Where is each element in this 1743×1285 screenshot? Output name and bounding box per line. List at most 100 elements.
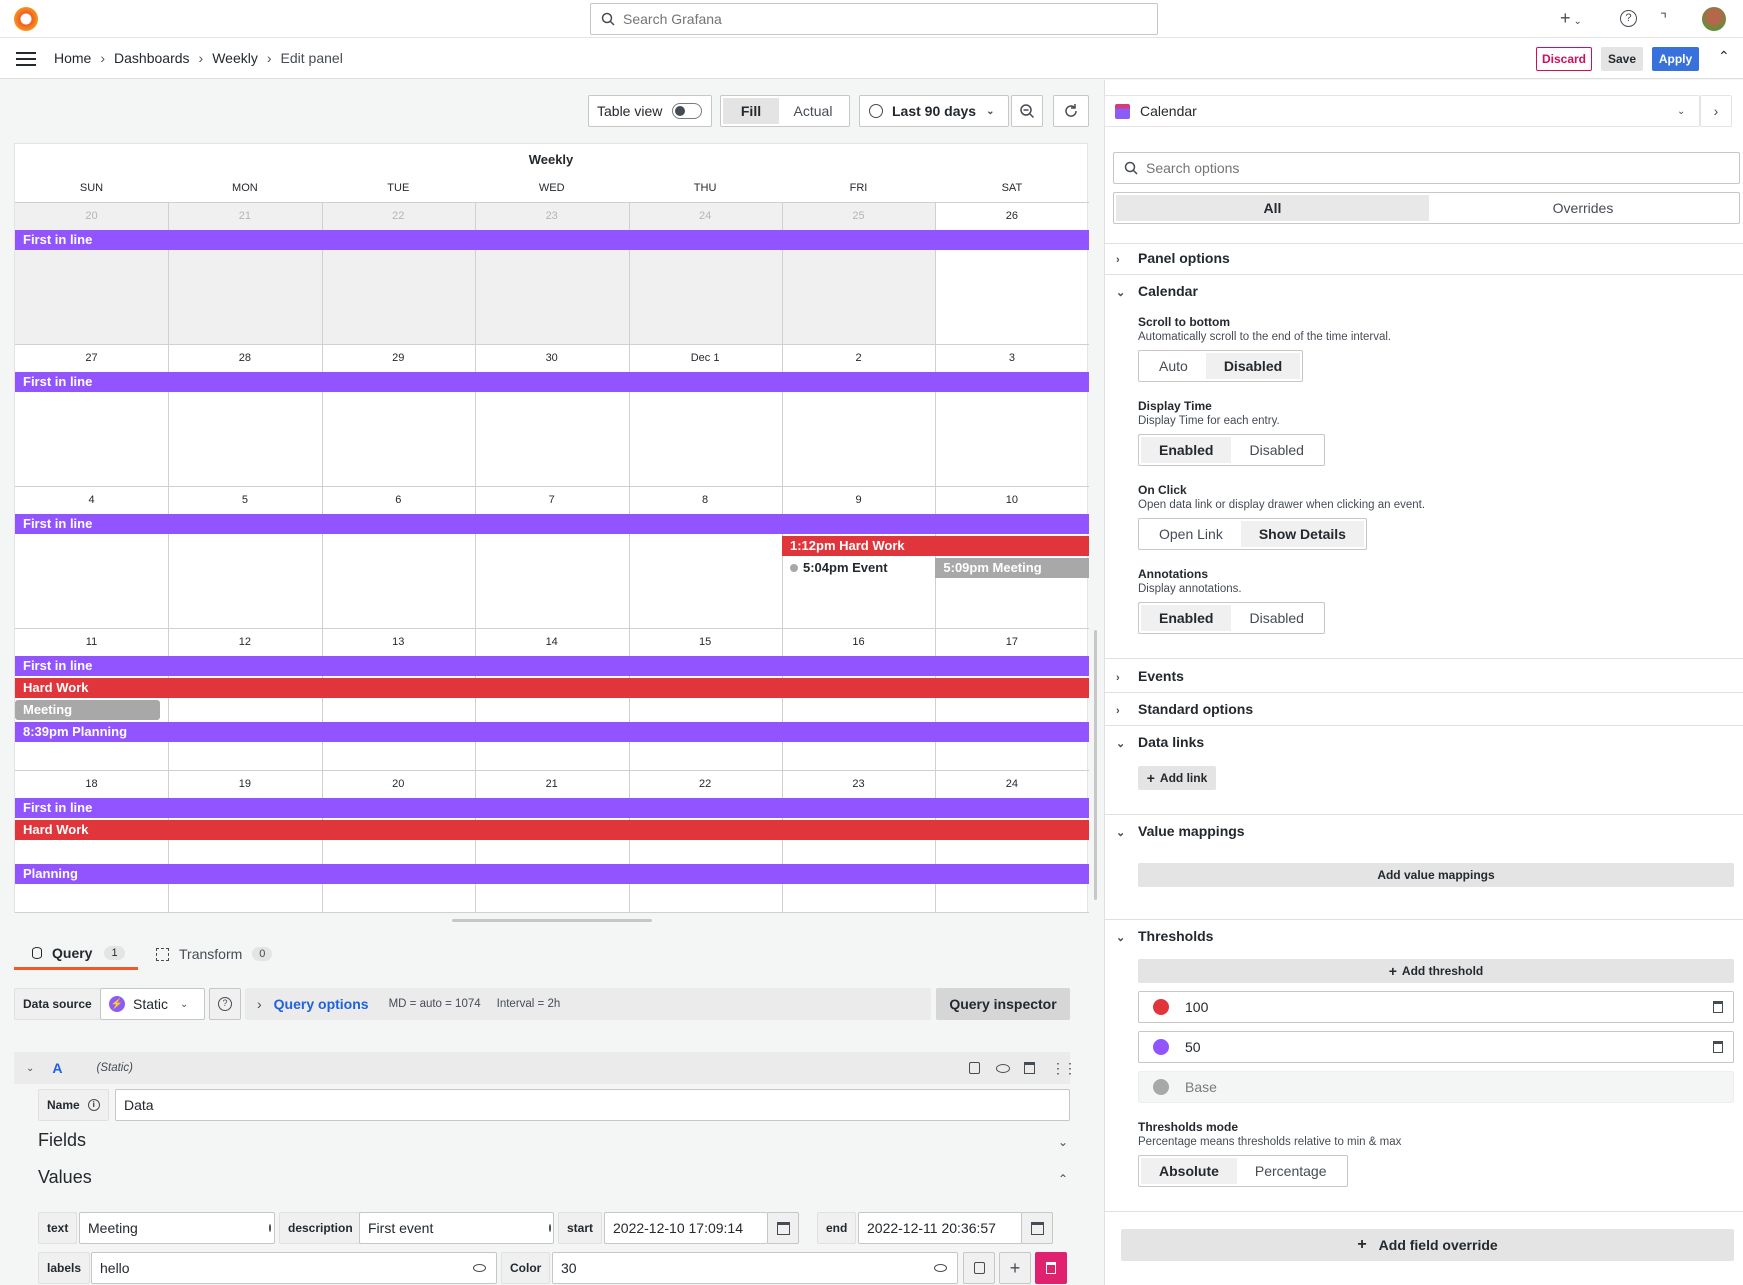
refresh-button[interactable] (1053, 95, 1089, 127)
section-calendar[interactable]: ⌄ Calendar (1116, 283, 1198, 299)
delete-row-button[interactable] (1035, 1252, 1067, 1284)
section-thresholds[interactable]: ⌄ Thresholds (1116, 928, 1213, 944)
percentage-option[interactable]: Percentage (1237, 1158, 1345, 1184)
display-time-disabled-option[interactable]: Disabled (1231, 437, 1321, 463)
threshold-value-field[interactable] (1185, 999, 1713, 1015)
calendar-event[interactable]: First in line (15, 230, 1089, 250)
trash-icon[interactable] (1024, 1062, 1035, 1074)
end-input[interactable] (858, 1212, 1048, 1244)
scroll-auto-option[interactable]: Auto (1141, 353, 1206, 379)
annotations-enabled-option[interactable]: Enabled (1141, 605, 1232, 631)
end-calendar-button[interactable] (1021, 1212, 1053, 1244)
menu-icon[interactable] (16, 52, 36, 66)
color-input[interactable] (552, 1252, 958, 1284)
eye-icon[interactable] (996, 1063, 1010, 1073)
tab-all[interactable]: All (1116, 195, 1429, 221)
threshold-row-50[interactable] (1138, 1031, 1734, 1063)
copy-icon[interactable] (969, 1062, 980, 1074)
threshold-color-swatch[interactable] (1153, 1039, 1169, 1055)
color-field[interactable] (561, 1260, 934, 1276)
query-options-label[interactable]: Query options (274, 996, 369, 1012)
query-inspector-button[interactable]: Query inspector (936, 988, 1070, 1020)
options-search-field[interactable] (1146, 160, 1739, 176)
trash-icon[interactable] (1713, 1001, 1723, 1013)
text-input[interactable] (79, 1212, 275, 1244)
description-field[interactable] (368, 1220, 549, 1236)
trash-icon[interactable] (1713, 1041, 1723, 1053)
add-threshold-button[interactable]: + Add threshold (1138, 959, 1734, 983)
values-heading[interactable]: Values (38, 1167, 92, 1188)
eye-icon[interactable] (473, 1264, 486, 1272)
eye-icon[interactable] (269, 1224, 271, 1232)
annotations-disabled-option[interactable]: Disabled (1231, 605, 1321, 631)
tab-overrides[interactable]: Overrides (1429, 195, 1737, 221)
duplicate-row-button[interactable] (963, 1252, 995, 1284)
grafana-logo[interactable] (14, 7, 38, 31)
absolute-option[interactable]: Absolute (1141, 1158, 1237, 1184)
calendar-event[interactable]: 8:39pm Planning (15, 722, 1089, 742)
query-ref-name[interactable]: A (52, 1060, 62, 1076)
calendar-event[interactable]: 5:09pm Meeting (935, 558, 1089, 578)
calendar-event[interactable]: First in line (15, 372, 1089, 392)
threshold-color-swatch[interactable] (1153, 1079, 1169, 1095)
labels-field[interactable] (100, 1260, 473, 1276)
apply-button[interactable]: Apply (1652, 47, 1699, 71)
breadcrumb-weekly[interactable]: Weekly (212, 50, 258, 66)
calendar-event[interactable]: Planning (15, 864, 1089, 884)
threshold-value-field[interactable] (1185, 1039, 1713, 1055)
section-value-mappings[interactable]: ⌄ Value mappings (1116, 823, 1245, 839)
calendar-event[interactable]: 5:04pm Event (790, 558, 888, 578)
description-input[interactable] (359, 1212, 554, 1244)
calendar-event[interactable]: Meeting (15, 700, 160, 720)
panel-resize-handle[interactable] (452, 919, 652, 922)
add-value-mappings-button[interactable]: Add value mappings (1138, 863, 1734, 887)
name-field[interactable] (124, 1097, 1069, 1113)
save-button[interactable]: Save (1601, 47, 1643, 71)
collapse-icon[interactable]: ⌃ (1718, 48, 1730, 65)
threshold-color-swatch[interactable] (1153, 999, 1169, 1015)
calendar-event[interactable]: First in line (15, 656, 1089, 676)
search-input[interactable] (590, 3, 1158, 35)
calendar-event[interactable]: First in line (15, 514, 1089, 534)
section-panel-options[interactable]: › Panel options (1116, 250, 1230, 266)
drag-icon[interactable]: ⋮⋮ (1051, 1060, 1077, 1077)
chevron-down-icon[interactable]: ⌄ (1058, 1135, 1068, 1149)
zoom-out-button[interactable] (1011, 95, 1043, 127)
table-view-toggle[interactable]: Table view (588, 95, 712, 127)
datasource-picker[interactable]: ⚡ Static ⌄ (100, 988, 205, 1020)
collapse-options-button[interactable]: › (1700, 95, 1732, 127)
rss-icon[interactable]: ⌝ (1660, 10, 1667, 28)
calendar-event[interactable]: Hard Work (15, 678, 1089, 698)
fill-option[interactable]: Fill (723, 98, 779, 124)
tab-transform[interactable]: Transform 0 (152, 938, 282, 970)
start-input[interactable] (604, 1212, 794, 1244)
labels-input[interactable] (91, 1252, 497, 1284)
tab-query[interactable]: Query 1 (14, 938, 138, 970)
actual-option[interactable]: Actual (779, 98, 847, 124)
toggle-switch[interactable] (672, 103, 703, 119)
chevron-down-icon[interactable]: ⌄ (26, 1063, 34, 1074)
add-field-override-button[interactable]: + Add field override (1121, 1229, 1734, 1261)
text-field[interactable] (88, 1220, 269, 1236)
options-search-input[interactable] (1113, 152, 1740, 184)
viz-picker[interactable]: Calendar ⌄ (1104, 95, 1700, 127)
chevron-up-icon[interactable]: ⌃ (1058, 1172, 1068, 1186)
section-events[interactable]: › Events (1116, 668, 1184, 684)
time-range-picker[interactable]: Last 90 days ⌄ (859, 95, 1009, 127)
add-row-button[interactable]: + (999, 1252, 1031, 1284)
search-field[interactable] (623, 11, 1123, 27)
show-details-option[interactable]: Show Details (1240, 521, 1364, 547)
avatar[interactable] (1702, 7, 1726, 31)
calendar-event[interactable]: 1:12pm Hard Work (782, 536, 1089, 556)
query-options-bar[interactable]: › Query options MD = auto = 1074 Interva… (245, 988, 931, 1020)
open-link-option[interactable]: Open Link (1141, 521, 1241, 547)
add-link-button[interactable]: + Add link (1138, 766, 1216, 790)
breadcrumb-home[interactable]: Home (54, 50, 91, 66)
threshold-row-100[interactable] (1138, 991, 1734, 1023)
scrollbar[interactable] (1094, 630, 1097, 900)
display-time-enabled-option[interactable]: Enabled (1141, 437, 1232, 463)
eye-icon[interactable] (549, 1224, 551, 1232)
calendar-event[interactable]: Hard Work (15, 820, 1089, 840)
add-button[interactable]: + ⌄ (1560, 8, 1582, 29)
section-data-links[interactable]: ⌄ Data links (1116, 734, 1204, 750)
